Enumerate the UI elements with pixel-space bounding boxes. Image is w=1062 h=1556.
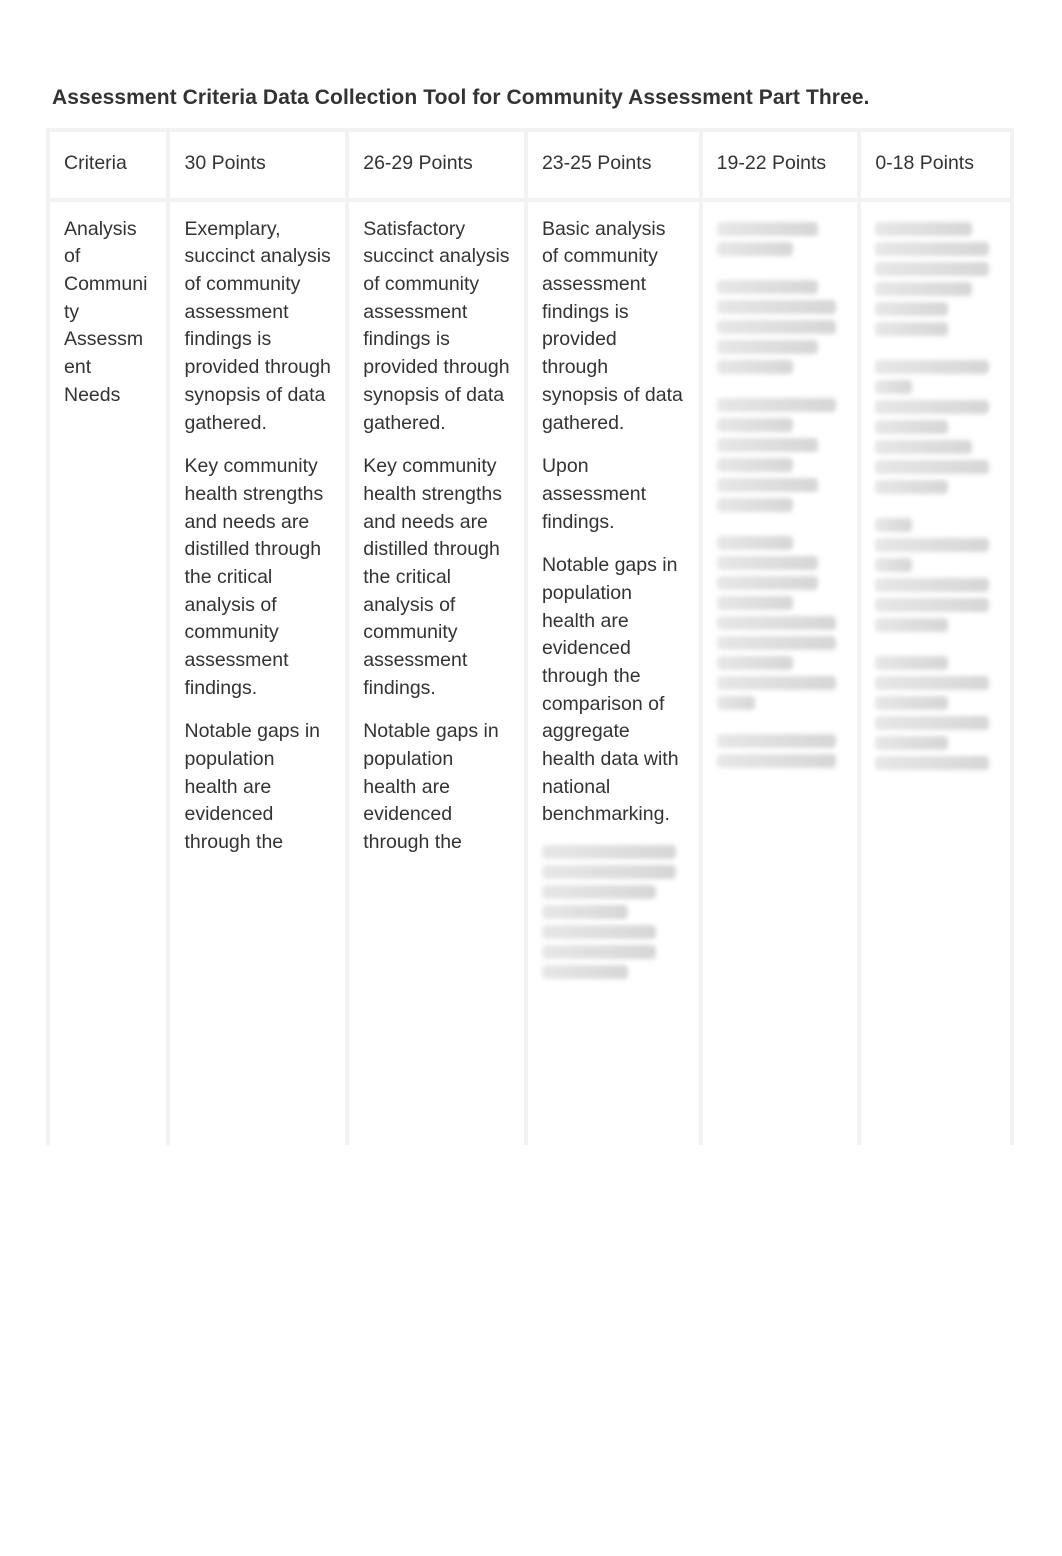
obscured-content xyxy=(875,222,996,770)
obscured-content xyxy=(542,845,685,979)
cell-text: Exemplary, succinct analysis of communit… xyxy=(184,216,331,438)
cell-30-points: Exemplary, succinct analysis of communit… xyxy=(166,198,345,1145)
header-criteria: Criteria xyxy=(46,128,166,198)
header-26-29-points: 26-29 Points xyxy=(345,128,524,198)
cell-text: Notable gaps in population health are ev… xyxy=(363,718,510,856)
cell-0-18-points xyxy=(857,198,1014,1145)
table-header-row: Criteria 30 Points 26-29 Points 23-25 Po… xyxy=(46,128,1014,198)
header-19-22-points: 19-22 Points xyxy=(699,128,858,198)
cell-19-22-points xyxy=(699,198,858,1145)
document-page: Assessment Criteria Data Collection Tool… xyxy=(0,0,1062,1556)
cell-criteria: Analysis of Community Assessment Needs xyxy=(46,198,166,1145)
cell-text: Key community health strengths and needs… xyxy=(363,453,510,702)
header-0-18-points: 0-18 Points xyxy=(857,128,1014,198)
cell-23-25-points: Basic analysis of community assessment f… xyxy=(524,198,699,1145)
obscured-content xyxy=(717,222,844,768)
cell-text: Upon assessment findings. xyxy=(542,453,685,536)
cell-text: Key community health strengths and needs… xyxy=(184,453,331,702)
header-23-25-points: 23-25 Points xyxy=(524,128,699,198)
cell-text: Notable gaps in population health are ev… xyxy=(542,552,685,829)
page-title: Assessment Criteria Data Collection Tool… xyxy=(52,86,1014,110)
cell-text: Basic analysis of community assessment f… xyxy=(542,216,685,438)
cell-26-29-points: Satisfactory succinct analysis of commun… xyxy=(345,198,524,1145)
criteria-text: Analysis of Community Assessment Needs xyxy=(64,216,152,410)
table-row: Analysis of Community Assessment Needs E… xyxy=(46,198,1014,1145)
rubric-table: Criteria 30 Points 26-29 Points 23-25 Po… xyxy=(46,128,1014,1145)
cell-text: Notable gaps in population health are ev… xyxy=(184,718,331,856)
cell-text: Satisfactory succinct analysis of commun… xyxy=(363,216,510,438)
header-30-points: 30 Points xyxy=(166,128,345,198)
